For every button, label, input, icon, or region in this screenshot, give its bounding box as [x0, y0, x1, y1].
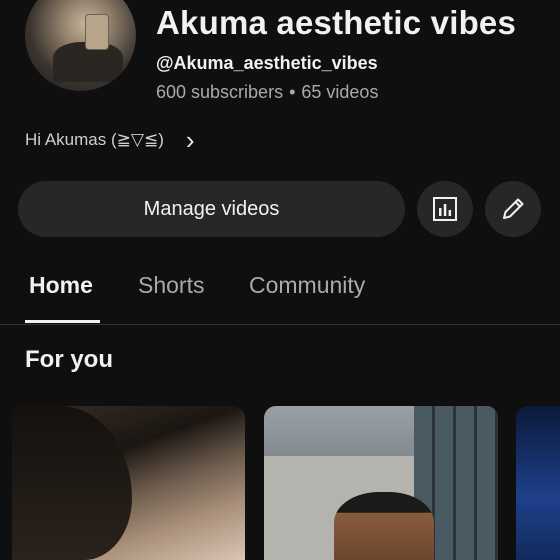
manage-videos-label: Manage videos: [143, 197, 280, 220]
video-thumbnail[interactable]: [264, 406, 498, 560]
active-tab-indicator: [25, 320, 100, 323]
stats-separator: •: [289, 82, 296, 102]
channel-avatar[interactable]: [25, 0, 136, 91]
channel-stats: 600 subscribers • 65 videos: [156, 82, 378, 103]
subscriber-count: 600 subscribers: [156, 82, 284, 102]
video-thumbnail[interactable]: [12, 406, 245, 560]
tab-shorts[interactable]: Shorts: [138, 272, 204, 299]
channel-description[interactable]: Hi Akumas (≧▽≦) ›: [25, 127, 195, 153]
video-count: 65 videos: [301, 82, 379, 102]
thumbnail-image: [334, 492, 434, 560]
channel-handle: @Akuma_aesthetic_vibes: [156, 53, 378, 73]
chevron-right-icon[interactable]: ›: [186, 127, 195, 153]
analytics-icon: [433, 197, 457, 221]
thumbnail-image: [12, 406, 132, 560]
section-title: For you: [25, 346, 113, 373]
tab-community[interactable]: Community: [249, 272, 365, 299]
channel-name: Akuma aesthetic vibes: [156, 4, 517, 41]
analytics-button[interactable]: [417, 181, 473, 237]
tabs-divider: [0, 324, 560, 325]
pencil-icon: [503, 198, 524, 219]
avatar-phone: [85, 14, 109, 50]
channel-tabs: Home Shorts Community: [0, 264, 560, 324]
video-thumbnail[interactable]: [516, 406, 560, 560]
description-text: Hi Akumas (≧▽≦): [25, 130, 164, 149]
manage-videos-button[interactable]: Manage videos: [18, 181, 405, 237]
edit-channel-button[interactable]: [485, 181, 541, 237]
tab-home[interactable]: Home: [29, 272, 93, 299]
